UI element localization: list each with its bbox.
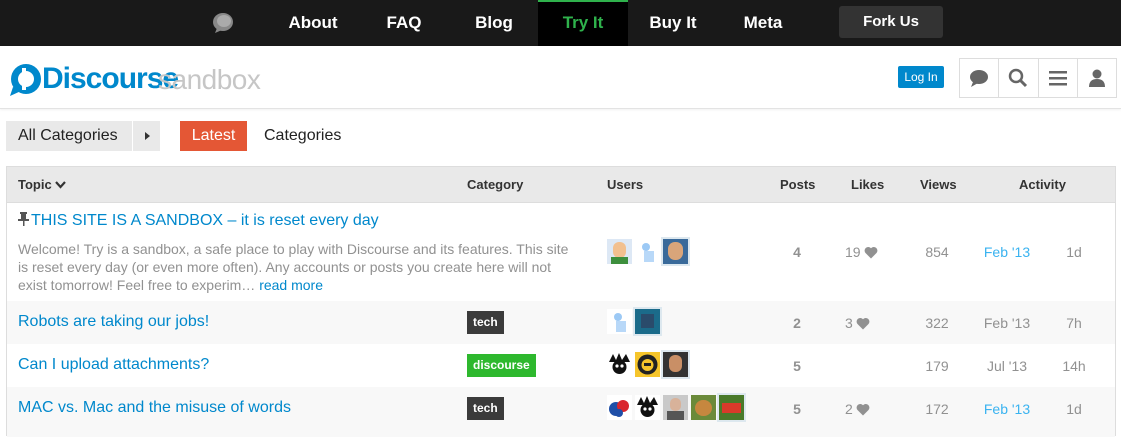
col-category[interactable]: Category <box>467 167 523 203</box>
topic-users <box>607 239 688 264</box>
topic-title-link[interactable]: Robots are taking our jobs! <box>18 313 209 331</box>
header-icon-group <box>959 58 1117 98</box>
nav-faq[interactable]: FAQ <box>375 0 433 46</box>
last-activity[interactable]: 7h <box>1059 315 1089 331</box>
heart-icon <box>864 246 877 259</box>
post-count[interactable]: 5 <box>787 358 807 374</box>
table-row: Robots are taking our jobs! tech 2 3 322… <box>7 301 1115 344</box>
col-likes[interactable]: Likes <box>851 167 884 203</box>
topic-title-link[interactable]: Can I upload attachments? <box>18 356 209 374</box>
avatar[interactable] <box>663 352 688 377</box>
nav-about[interactable]: About <box>280 0 346 46</box>
table-row: MAC vs. Mac and the misuse of words tech… <box>7 387 1115 437</box>
post-count[interactable]: 5 <box>787 401 807 417</box>
topic-excerpt: Welcome! Try is a sandbox, a safe place … <box>18 241 569 293</box>
menu-icon[interactable] <box>1039 59 1078 97</box>
caret-right-icon[interactable] <box>132 121 160 151</box>
tab-latest[interactable]: Latest <box>180 121 247 151</box>
avatar[interactable] <box>607 239 632 264</box>
site-header: Discourse sandbox Log In <box>0 46 1121 109</box>
view-count: 322 <box>925 315 949 331</box>
table-row: THIS SITE IS A SANDBOX – it is reset eve… <box>7 203 1115 301</box>
first-post-date[interactable]: Feb '13 <box>977 315 1037 331</box>
topic-list: Topic Category Users Posts Likes Views A… <box>6 166 1116 437</box>
pin-icon <box>18 212 29 226</box>
first-post-date[interactable]: Feb '13 <box>977 244 1037 260</box>
like-count: 19 <box>845 244 895 260</box>
table-row: Can I upload attachments? discourse 5 17… <box>7 344 1115 387</box>
search-icon[interactable] <box>999 59 1039 97</box>
avatar[interactable] <box>607 352 632 377</box>
view-count: 172 <box>925 401 949 417</box>
topic-users <box>607 352 688 377</box>
category-badge[interactable]: tech <box>467 397 504 420</box>
topic-users <box>607 395 744 420</box>
avatar[interactable] <box>663 239 688 264</box>
nav-try-it[interactable]: Try It <box>538 0 628 46</box>
category-badge[interactable]: discourse <box>467 354 536 377</box>
topic-title-link[interactable]: THIS SITE IS A SANDBOX – it is reset eve… <box>18 212 379 230</box>
fork-us-button[interactable]: Fork Us <box>839 6 943 38</box>
chevron-down-icon <box>55 181 67 189</box>
like-count: 3 <box>845 315 895 331</box>
last-activity[interactable]: 14h <box>1059 358 1089 374</box>
avatar[interactable] <box>635 352 660 377</box>
avatar[interactable] <box>719 395 744 420</box>
like-count: 2 <box>845 401 895 417</box>
topic-title-link[interactable]: MAC vs. Mac and the misuse of words <box>18 399 291 417</box>
avatar[interactable] <box>635 309 660 334</box>
post-count[interactable]: 2 <box>787 315 807 331</box>
col-activity[interactable]: Activity <box>1019 167 1066 203</box>
read-more-link[interactable]: read more <box>259 277 323 293</box>
col-topic[interactable]: Topic <box>18 167 67 203</box>
view-count: 854 <box>925 244 949 260</box>
col-views[interactable]: Views <box>920 167 957 203</box>
last-activity[interactable]: 1d <box>1059 244 1089 260</box>
user-icon[interactable] <box>1078 59 1116 97</box>
chat-icon[interactable] <box>960 59 1000 97</box>
nav-meta[interactable]: Meta <box>735 0 791 46</box>
heart-icon <box>856 403 870 416</box>
avatar[interactable] <box>607 395 632 420</box>
tab-categories[interactable]: Categories <box>264 121 341 151</box>
avatar[interactable] <box>635 395 660 420</box>
avatar[interactable] <box>663 395 688 420</box>
avatar[interactable] <box>691 395 716 420</box>
category-badge[interactable]: tech <box>467 311 504 334</box>
col-posts[interactable]: Posts <box>780 167 815 203</box>
topic-list-header: Topic Category Users Posts Likes Views A… <box>7 167 1115 203</box>
category-dropdown[interactable]: All Categories <box>6 121 160 151</box>
top-nav-bar: About FAQ Blog Try It Buy It Meta Fork U… <box>0 0 1121 46</box>
topic-users <box>607 309 660 334</box>
nav-blog[interactable]: Blog <box>465 0 523 46</box>
first-post-date[interactable]: Feb '13 <box>977 401 1037 417</box>
discourse-bubble-icon[interactable] <box>211 11 235 35</box>
discourse-logo-icon <box>10 64 41 96</box>
first-post-date[interactable]: Jul '13 <box>977 358 1037 374</box>
avatar[interactable] <box>607 309 632 334</box>
avatar[interactable] <box>635 239 660 264</box>
last-activity[interactable]: 1d <box>1059 401 1089 417</box>
col-users: Users <box>607 177 644 192</box>
category-dropdown-label: All Categories <box>18 127 118 144</box>
logo-subtitle: sandbox <box>158 64 261 95</box>
login-button[interactable]: Log In <box>898 66 944 88</box>
post-count[interactable]: 4 <box>787 244 807 260</box>
nav-buy-it[interactable]: Buy It <box>642 0 704 46</box>
heart-icon <box>856 317 870 330</box>
view-count: 179 <box>925 358 949 374</box>
